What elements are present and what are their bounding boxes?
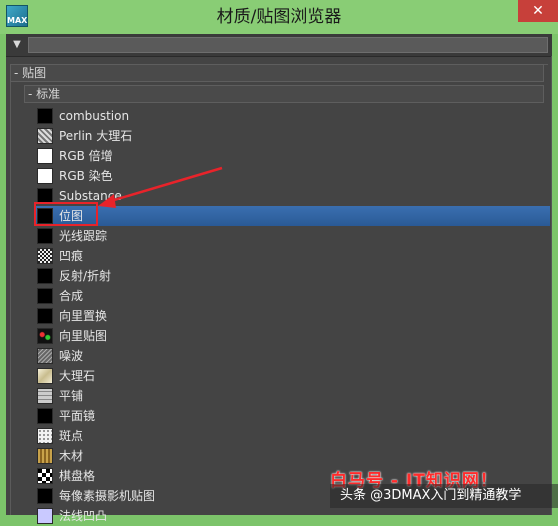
search-input[interactable] (28, 37, 548, 53)
map-list-item[interactable]: 平面镜 (34, 406, 550, 426)
map-list-item-label: 平面镜 (59, 409, 96, 423)
map-thumbnail-icon (37, 228, 53, 244)
map-list-item[interactable]: 位图 (34, 206, 550, 226)
group-header-standard[interactable]: - 标准 (24, 85, 544, 103)
map-list-item[interactable]: 噪波 (34, 346, 550, 366)
map-list-item-label: 反射/折射 (59, 269, 112, 283)
map-thumbnail-icon (37, 128, 53, 144)
map-list-item[interactable]: RGB 染色 (34, 166, 550, 186)
map-thumbnail-icon (37, 248, 53, 264)
map-list-item-label: 向里贴图 (59, 329, 108, 343)
map-thumbnail-icon (37, 168, 53, 184)
map-thumbnail-icon (37, 348, 53, 364)
map-list-item-label: 凹痕 (59, 249, 84, 263)
map-list-item-label: 斑点 (59, 429, 84, 443)
map-list-item-label: 平铺 (59, 389, 84, 403)
map-list-item-label: 向里置换 (59, 309, 108, 323)
watermark-caption: 头条 @3DMAX入门到精通教学 (340, 488, 522, 503)
window-title: 材质/贴图浏览器 (216, 7, 342, 27)
map-list-item-label: 棋盘格 (59, 469, 96, 483)
map-thumbnail-icon (37, 428, 53, 444)
map-thumbnail-icon (37, 108, 53, 124)
map-list-item[interactable]: Substance (34, 186, 550, 206)
map-list-item-label: RGB 染色 (59, 169, 113, 183)
map-list-item-label: 每像素摄影机贴图 (59, 489, 156, 503)
map-thumbnail-icon (37, 448, 53, 464)
map-thumbnail-icon (37, 288, 53, 304)
map-thumbnail-icon (37, 388, 53, 404)
map-list-item-label: Perlin 大理石 (59, 129, 133, 143)
map-thumbnail-icon (37, 308, 53, 324)
map-list-item-label: 合成 (59, 289, 84, 303)
map-list-item-label: 大理石 (59, 369, 96, 383)
map-thumbnail-icon (37, 268, 53, 284)
map-list-item[interactable]: 向里贴图 (34, 326, 550, 346)
map-thumbnail-icon (37, 368, 53, 384)
map-thumbnail-icon (37, 508, 53, 524)
map-list-item[interactable]: RGB 倍增 (34, 146, 550, 166)
close-button[interactable]: ✕ (518, 0, 558, 22)
map-list-item-label: 法线凹凸 (59, 509, 108, 523)
map-list-item-label: combustion (59, 109, 130, 123)
map-thumbnail-icon (37, 408, 53, 424)
browser-client-area: ▼ - 贴图 - 标准 combustion Perlin 大理石 RGB 倍增 RG… (6, 34, 552, 524)
map-thumbnail-icon (37, 468, 53, 484)
map-list-item[interactable]: 法线凹凸 (34, 506, 550, 526)
map-list-item[interactable]: combustion (34, 106, 550, 126)
map-list-item[interactable]: 光线跟踪 (34, 226, 550, 246)
annotation-highlight-box (34, 202, 98, 226)
map-list-item[interactable]: 向里置换 (34, 306, 550, 326)
map-list-item-label: 光线跟踪 (59, 229, 108, 243)
map-list-item[interactable]: 凹痕 (34, 246, 550, 266)
map-list-item[interactable]: 大理石 (34, 366, 550, 386)
scrollbar[interactable] (551, 56, 552, 515)
map-list-item-label: RGB 倍增 (59, 149, 113, 163)
title-bar: MAX 材质/贴图浏览器 ✕ (0, 0, 558, 34)
map-thumbnail-icon (37, 488, 53, 504)
map-list-item[interactable]: 木材 (34, 446, 550, 466)
map-list-item-label: 噪波 (59, 349, 84, 363)
map-list-item[interactable]: 斑点 (34, 426, 550, 446)
map-list-item[interactable]: 合成 (34, 286, 550, 306)
map-list-item-label: 木材 (59, 449, 84, 463)
filter-dropdown-icon[interactable]: ▼ (9, 37, 25, 53)
map-list-item[interactable]: 反射/折射 (34, 266, 550, 286)
map-list-item[interactable]: 平铺 (34, 386, 550, 406)
group-header-maps[interactable]: - 贴图 (10, 64, 544, 82)
map-list-item[interactable]: Perlin 大理石 (34, 126, 550, 146)
map-thumbnail-icon (37, 148, 53, 164)
map-thumbnail-icon (37, 328, 53, 344)
toolbar: ▼ (6, 34, 552, 57)
